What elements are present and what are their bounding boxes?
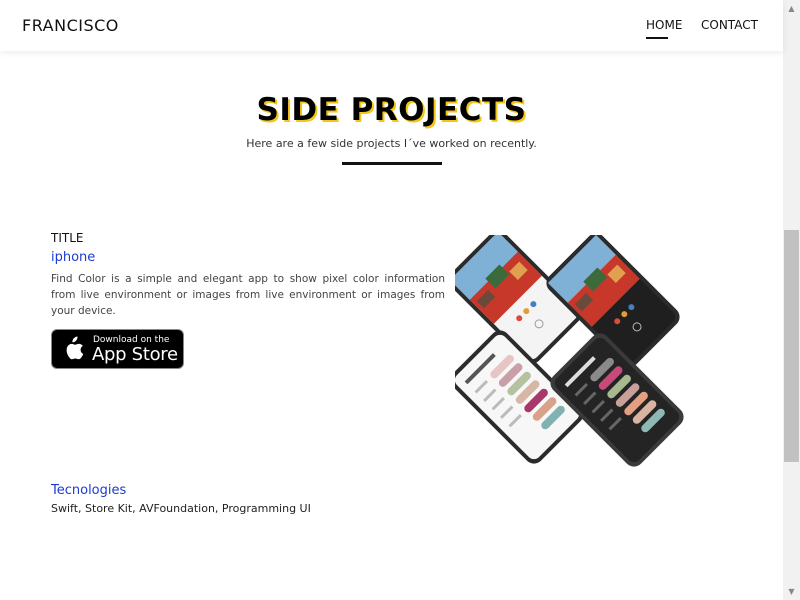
technologies-list: Swift, Store Kit, AVFoundation, Programm…	[51, 502, 311, 515]
section-title: SIDE PROJECTS	[256, 92, 527, 128]
apple-logo-icon	[66, 336, 84, 360]
page-scrollbar[interactable]: ▲ ▼	[783, 0, 800, 600]
technologies-heading: Tecnologies	[51, 483, 127, 498]
scrollbar-thumb[interactable]	[784, 230, 799, 462]
project-title-label: TITLE	[51, 231, 84, 245]
active-nav-indicator	[646, 37, 668, 39]
app-store-big-text: App Store	[92, 344, 178, 365]
nav-home-link[interactable]: HOME	[646, 18, 682, 32]
brand-logo[interactable]: FRANCISCO	[22, 16, 119, 35]
project-platform: iphone	[51, 250, 96, 265]
section-divider	[342, 162, 442, 165]
app-screenshots-image	[455, 235, 684, 467]
scroll-up-arrow-icon[interactable]: ▲	[783, 0, 800, 17]
navbar: FRANCISCO HOME CONTACT	[0, 0, 783, 51]
section-subtitle: Here are a few side projects I´ve worked…	[246, 137, 537, 150]
app-store-badge-button[interactable]: Download on the App Store	[51, 329, 184, 369]
scroll-down-arrow-icon[interactable]: ▼	[783, 583, 800, 600]
nav-contact-link[interactable]: CONTACT	[701, 18, 758, 32]
phone-dark-palette	[550, 333, 684, 467]
project-description: Find Color is a simple and elegant app t…	[51, 273, 445, 317]
